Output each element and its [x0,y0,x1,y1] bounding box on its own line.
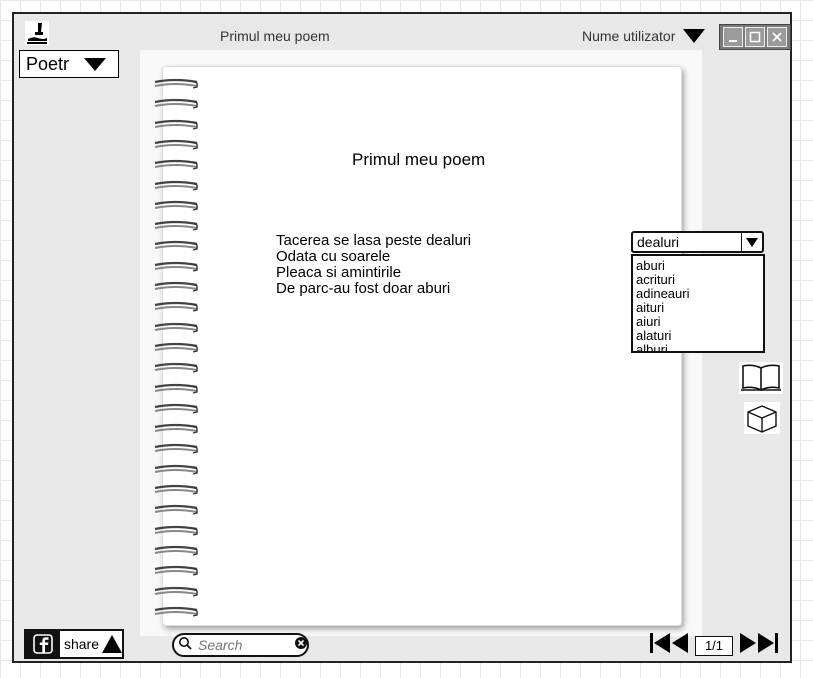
poem-line[interactable]: Tacerea se lasa peste dealuri [276,233,471,249]
spiral-coil [154,484,198,495]
chevron-down-icon [746,237,758,247]
page-indicator: 1/1 [695,635,733,656]
first-page-button[interactable] [649,631,671,660]
spiral-coil [154,444,198,455]
spiral-coil [154,302,198,312]
user-menu-label: Nume utilizator [582,28,676,44]
last-page-button[interactable] [757,631,779,660]
spiral-coil [154,464,198,475]
spiral-coil [154,403,198,414]
spiral-coil [154,606,198,617]
search-icon [178,636,192,655]
prev-page-button[interactable] [671,631,689,660]
spiral-coil [154,322,198,333]
rhyme-option[interactable]: acrituri [636,273,760,287]
rhyme-options-list[interactable]: aburi acrituri adineauri aituri aiuri al… [631,254,765,353]
spiral-coil [154,505,198,515]
rhyme-option[interactable]: aiuri [636,315,760,329]
spiral-coil [154,78,198,89]
rhyme-option[interactable]: alburi [636,343,760,352]
share-label: share [63,636,99,652]
next-page-button[interactable] [739,631,757,660]
spiral-binding [153,78,201,618]
spiral-coil [154,180,198,191]
pagination: 1/1 [649,631,779,660]
genre-select-value: Poetr [26,53,70,74]
spiral-coil [154,261,198,272]
spiral-coil [154,99,198,109]
genre-select[interactable]: Poetr [19,50,119,78]
window-controls [719,24,791,50]
spiral-coil [154,200,198,211]
spiral-coil [154,220,198,231]
spiral-coil [154,545,198,556]
close-button[interactable] [767,27,787,47]
facebook-share-button[interactable]: share [24,629,124,659]
spiral-coil [154,586,198,597]
document-title: Primul meu poem [220,28,330,44]
spiral-coil [154,342,198,353]
spiral-coil [154,241,198,252]
rhyme-select-arrow[interactable] [741,233,762,251]
spiral-coil [154,281,198,292]
spiral-coil [154,423,198,434]
rhyme-option[interactable]: aburi [636,259,760,273]
open-book-icon[interactable] [739,362,783,399]
maximize-button[interactable] [745,27,765,47]
poem-line[interactable]: Pleaca si amintirile [276,265,471,281]
rhyme-option[interactable]: alaturi [636,329,760,343]
poem-line[interactable]: De parc-au fost doar aburi [276,281,471,297]
chevron-down-icon [683,29,706,43]
minimize-button[interactable] [723,27,743,47]
spiral-coil [154,119,198,130]
cube-icon[interactable] [744,402,780,439]
search-input[interactable] [196,636,290,654]
writer-logo-icon [24,20,50,46]
rhyme-option[interactable]: aituri [636,301,760,315]
spiral-coil [154,383,198,394]
share-arrow-icon [102,635,122,653]
user-menu[interactable]: Nume utilizator [582,28,706,44]
spiral-coil [154,139,198,150]
spiral-coil [154,363,198,373]
rhyme-option[interactable]: adineauri [636,287,760,301]
spiral-coil [154,566,198,576]
rhyme-select[interactable]: dealuri [631,231,764,253]
spiral-coil [154,160,198,170]
poem-line[interactable]: Odata cu soarele [276,249,471,265]
search-box[interactable] [172,633,309,657]
facebook-icon [26,631,60,657]
chevron-down-icon [84,57,106,71]
poem-title[interactable]: Primul meu poem [352,150,485,170]
rhyme-select-value: dealuri [637,234,680,250]
spiral-coil [154,525,198,536]
clear-search-icon[interactable] [294,636,308,655]
poem-text[interactable]: Tacerea se lasa peste dealuri Odata cu s… [276,233,471,297]
